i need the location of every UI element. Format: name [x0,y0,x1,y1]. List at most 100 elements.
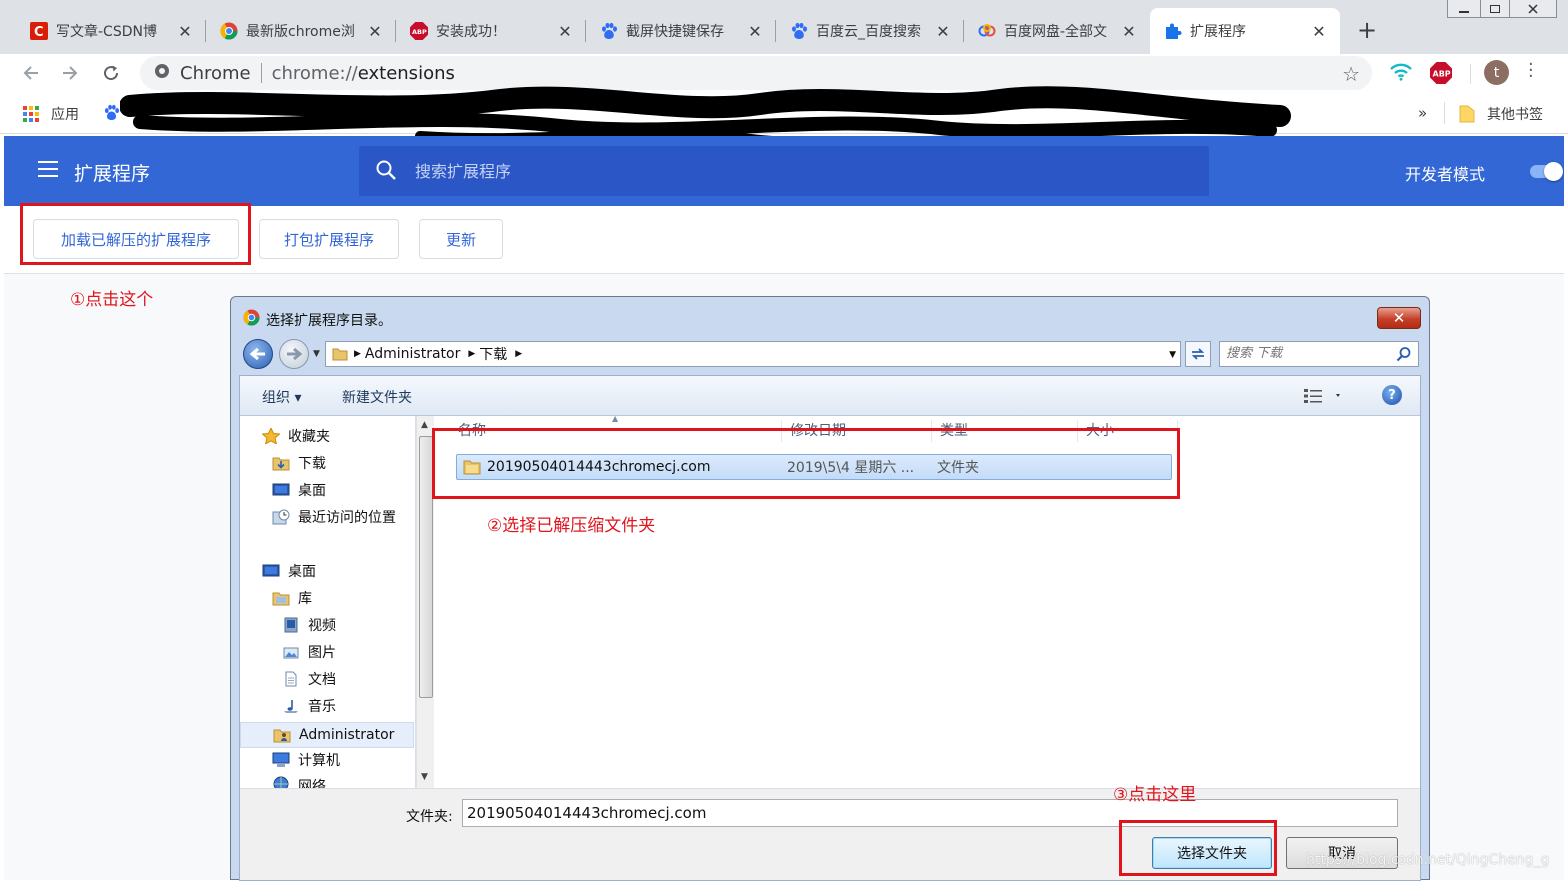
nav-network[interactable]: 网络 [272,776,326,788]
omnibox-divider [260,63,262,83]
libraries-icon [272,592,290,606]
tab-csdn[interactable]: C 写文章-CSDN博 ✕ [16,8,206,54]
bookmark-baidu[interactable] [103,104,120,121]
computer-icon [272,752,290,767]
close-icon[interactable]: ✕ [746,22,764,41]
view-options-icon[interactable] [1304,388,1344,408]
close-icon[interactable]: ✕ [176,22,194,41]
abp-extension-icon[interactable]: ABP [1430,62,1452,84]
arrow-right-icon [287,347,302,361]
bookmark-apps-label: 应用 [51,107,79,123]
bookmark-apps[interactable]: 应用 [23,104,79,124]
avatar[interactable]: t [1484,60,1509,85]
nav-libraries[interactable]: 库 [272,588,312,608]
dialog-back-button[interactable] [243,339,273,369]
bookmark-other-label: 其他书签 [1487,107,1543,123]
dialog-refresh-button[interactable] [1185,341,1211,367]
new-tab-button[interactable]: + [1354,16,1380,44]
restore-button[interactable] [1480,0,1510,18]
documents-icon [285,671,297,687]
nav-documents[interactable]: 文档 [282,669,336,689]
url-scheme: chrome:// [271,62,358,84]
nav-desktop[interactable]: 桌面 [262,561,316,581]
close-icon[interactable]: ✕ [934,22,952,41]
breadcrumb-administrator[interactable]: Administrator [365,346,460,362]
hamburger-menu-icon[interactable] [38,161,58,177]
annotation-box-step3 [1119,820,1277,876]
breadcrumb-downloads[interactable]: 下载 [479,344,507,364]
nav-label: 最近访问的位置 [298,510,396,526]
close-icon[interactable]: ✕ [1310,22,1328,41]
refresh-icon [1191,348,1205,360]
tab-baidu-search[interactable]: 百度云_百度搜索 ✕ [776,8,964,54]
history-dropdown-icon[interactable]: ▼ [313,349,320,359]
bookmarks-divider [1444,102,1445,124]
tab-install-success[interactable]: ABP 安装成功！ ✕ [396,8,586,54]
bookmark-star-icon[interactable]: ☆ [1342,62,1360,86]
scrollbar-thumb[interactable] [419,436,433,698]
dialog-close-button[interactable]: ✕ [1377,307,1421,329]
reload-button[interactable] [99,61,123,85]
tab-baidu-netdisk[interactable]: 百度网盘-全部文 ✕ [964,8,1150,54]
baidu-paw-icon [600,22,618,40]
scroll-up-icon[interactable]: ▲ [421,420,428,430]
network-icon [273,776,289,788]
tab-title: 写文章-CSDN博 [56,24,157,40]
omnibox-url[interactable]: chrome://extensions [272,63,455,84]
update-button[interactable]: 更新 [419,219,503,259]
nav-label: 计算机 [298,753,340,769]
path-dropdown-icon[interactable]: ▼ [1169,350,1176,360]
dialog-command-bar: 组织 ▾ 新建文件夹 ? [240,376,1420,416]
tab-extensions[interactable]: 扩展程序 ✕ [1150,8,1340,54]
minimize-button[interactable] [1447,0,1481,18]
bookmark-other[interactable]: 其他书签 [1459,104,1543,124]
tab-screenshot-shortcut[interactable]: 截屏快捷键保存 ✕ [586,8,776,54]
nav-administrator[interactable]: Administrator [240,722,414,748]
reload-icon [104,65,119,81]
nav-favorites[interactable]: 收藏夹 [262,426,330,446]
back-button[interactable] [19,61,43,85]
help-icon[interactable]: ? [1382,385,1402,405]
pictures-icon [283,647,299,659]
forward-button[interactable] [58,61,82,85]
extensions-search-input[interactable] [415,158,1175,184]
tab-title: 安装成功！ [436,24,506,40]
pack-extension-button[interactable]: 打包扩展程序 [259,219,399,259]
chrome-page-icon [154,63,170,83]
address-bar[interactable]: Chrome chrome://extensions ☆ [140,56,1372,90]
csdn-icon: C [30,22,48,40]
nav-computer[interactable]: 计算机 [272,750,340,770]
scroll-down-icon[interactable]: ▼ [421,772,428,782]
nav-pictures[interactable]: 图片 [282,642,336,662]
nav-music[interactable]: 音乐 [282,696,336,716]
nav-desktop-favorite[interactable]: 桌面 [272,480,326,500]
window-close-button[interactable] [1509,0,1557,18]
close-icon[interactable]: ✕ [556,22,574,41]
tab-title: 扩展程序 [1190,24,1246,40]
developer-mode-toggle[interactable] [1526,162,1566,181]
close-icon[interactable]: ✕ [1120,22,1138,41]
organize-menu[interactable]: 组织 ▾ [262,387,301,407]
toolbar-divider [1470,64,1471,84]
extensions-search[interactable] [359,146,1209,196]
search-icon [376,160,396,180]
bookmarks-overflow[interactable]: » [1418,104,1427,122]
new-folder-button[interactable]: 新建文件夹 [342,387,412,407]
tab-title: 最新版chrome浏 [246,24,355,40]
dialog-search[interactable] [1219,341,1419,367]
wifi-extension-icon[interactable] [1390,63,1412,85]
dialog-address-row: ▼ ▶ Administrator ▶ 下载 ▶ ▼ [241,337,1421,371]
nav-downloads[interactable]: 下载 [272,453,326,473]
menu-kebab-icon[interactable]: · · · [1528,56,1534,86]
dialog-path-field[interactable]: ▶ Administrator ▶ 下载 ▶ ▼ [325,341,1181,367]
close-icon[interactable]: ✕ [366,22,384,41]
annotation-box-step1 [20,203,251,265]
nav-label: 库 [298,591,312,607]
tab-chrome-latest[interactable]: 最新版chrome浏 ✕ [206,8,396,54]
nav-videos[interactable]: 视频 [282,615,336,635]
dialog-forward-button[interactable] [279,339,309,369]
tab-strip: C 写文章-CSDN博 ✕ 最新版chrome浏 ✕ ABP 安装成功！ ✕ 截… [0,0,1568,54]
dialog-search-input[interactable] [1226,346,1386,361]
folder-icon [1459,105,1475,123]
nav-recent-places[interactable]: 最近访问的位置 [272,507,396,527]
